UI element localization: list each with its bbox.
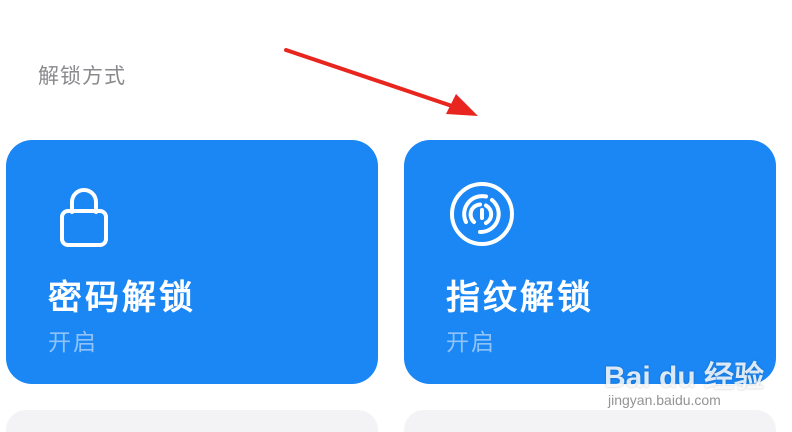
watermark-url: jingyan.baidu.com — [608, 392, 721, 408]
next-card-left[interactable] — [6, 410, 378, 432]
next-card-right[interactable] — [404, 410, 776, 432]
fingerprint-unlock-title: 指纹解锁 — [446, 278, 594, 318]
password-unlock-status: 开启 — [48, 330, 98, 356]
fingerprint-unlock-card[interactable]: 指纹解锁 开启 — [404, 140, 776, 384]
settings-page: 解锁方式 密码解锁 开启 指纹解锁 开启 Bai du 经验 jingyan.b… — [0, 0, 792, 432]
password-unlock-card[interactable]: 密码解锁 开启 — [6, 140, 378, 384]
fingerprint-unlock-status: 开启 — [446, 330, 496, 356]
section-title: 解锁方式 — [38, 64, 126, 88]
fingerprint-icon — [450, 182, 514, 246]
lock-icon — [60, 188, 108, 247]
password-unlock-title: 密码解锁 — [48, 278, 196, 318]
